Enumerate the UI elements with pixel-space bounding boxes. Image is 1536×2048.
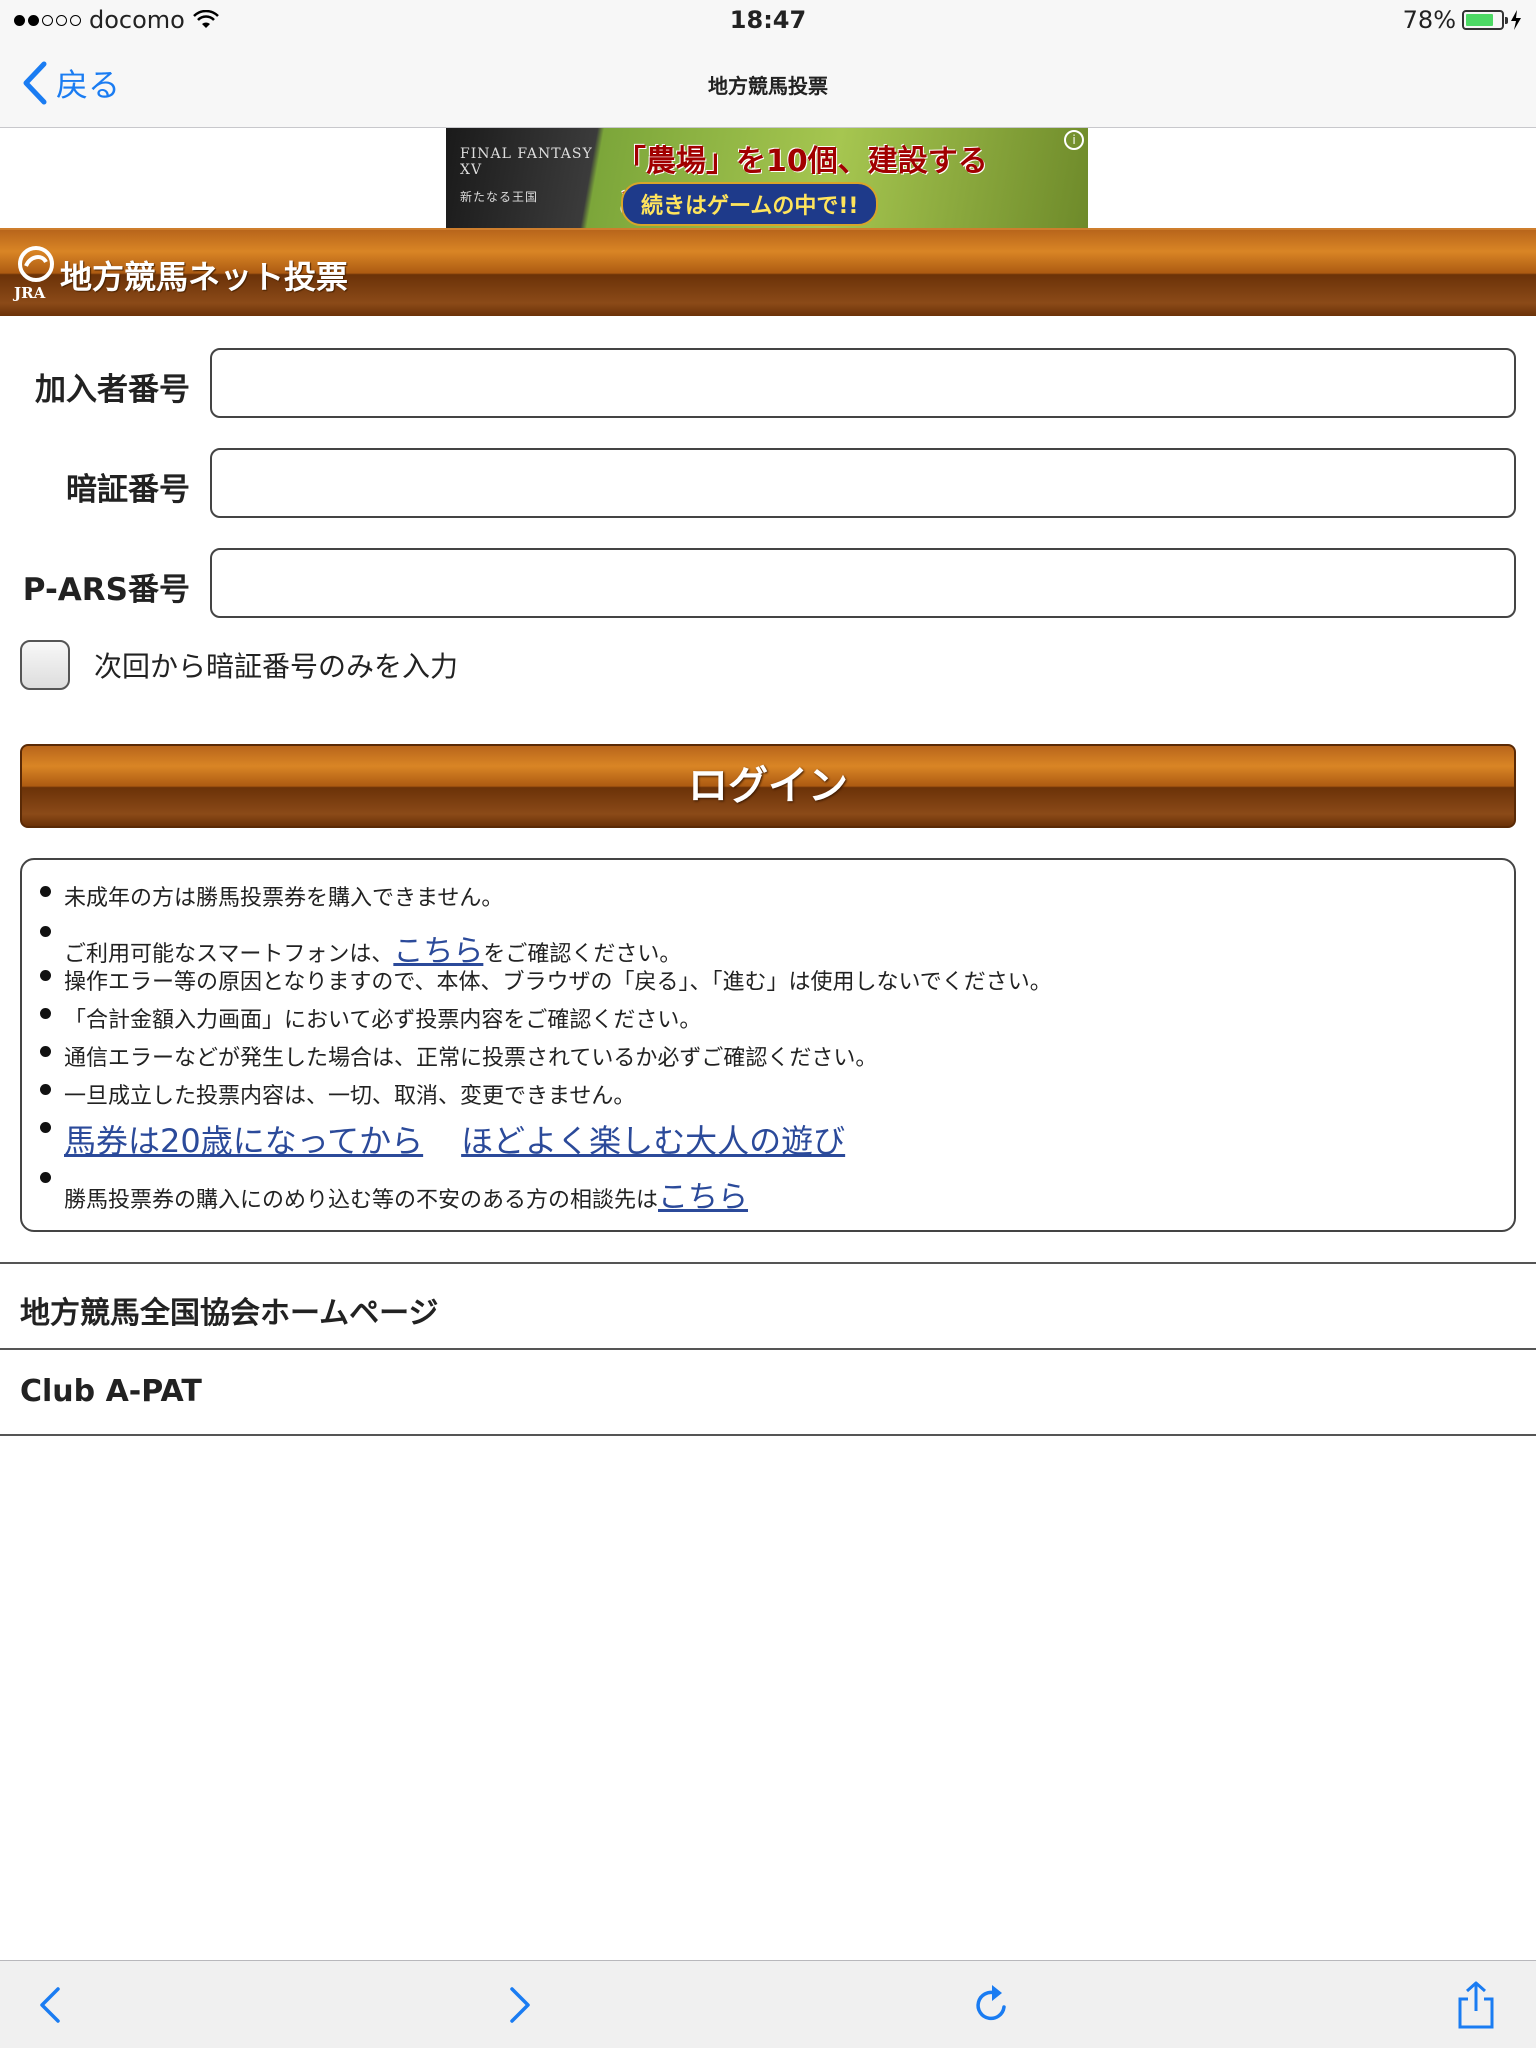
- charging-bolt-icon: [1511, 10, 1521, 30]
- pars-number-label: P-ARS番号: [22, 572, 190, 608]
- chevron-left-icon: [40, 1987, 60, 2023]
- pars-number-input[interactable]: [210, 548, 1516, 618]
- list-divider: [0, 1434, 1536, 1436]
- nar-home-link[interactable]: 地方競馬全国協会ホームページ: [0, 1262, 1536, 1348]
- pin-row: 暗証番号: [0, 448, 1536, 518]
- status-right: 78%: [1403, 6, 1522, 34]
- consultation-link[interactable]: こちら: [658, 1180, 748, 1215]
- chevron-right-icon: [510, 1987, 530, 2023]
- ad-info-icon[interactable]: i: [1064, 130, 1084, 150]
- share-button[interactable]: [1452, 1981, 1500, 2029]
- notice-item: 馬券は20歳になってから ほどよく楽しむ大人の遊び: [40, 1116, 1494, 1166]
- ad-game-title: FINAL FANTASY XV: [460, 146, 593, 178]
- notice-text: 勝馬投票券の購入にのめり込む等の不安のある方の相談先は: [64, 1188, 659, 1213]
- notice-text: 通信エラーなどが発生した場合は、正常に投票されているか必ずご確認ください。: [64, 1046, 878, 1071]
- pars-number-row: P-ARS番号: [0, 548, 1536, 618]
- pin-label: 暗証番号: [66, 472, 190, 508]
- ad-game-logo: FINAL FANTASY XV 新たなる王国: [460, 146, 610, 205]
- reload-icon: [976, 1985, 1006, 2021]
- notice-item: 操作エラー等の原因となりますので、本体、ブラウザの「戻る」、「進む」は使用しない…: [40, 964, 1494, 1002]
- notice-item: 「合計金額入力画面」において必ず投票内容をご確認ください。: [40, 1002, 1494, 1040]
- login-button[interactable]: ログイン: [20, 744, 1516, 828]
- club-apat-link[interactable]: Club A-PAT: [0, 1348, 1536, 1434]
- browser-forward-button[interactable]: [494, 1981, 542, 2029]
- notice-box: 未成年の方は勝馬投票券を購入できません。 ご利用可能なスマートフォンは、こちらを…: [20, 858, 1516, 1232]
- browser-back-button[interactable]: [28, 1981, 76, 2029]
- notice-item: 未成年の方は勝馬投票券を購入できません。: [40, 880, 1494, 920]
- navigation-bar: 戻る 地方競馬投票: [0, 40, 1536, 128]
- share-icon: [1458, 1981, 1494, 2029]
- age-restriction-link[interactable]: 馬券は20歳になってから: [64, 1122, 423, 1160]
- remember-label[interactable]: 次回から暗証番号のみを入力: [94, 645, 458, 685]
- notice-text: 「合計金額入力画面」において必ず投票内容をご確認ください。: [64, 1008, 702, 1033]
- nar-home-label: 地方競馬全国協会ホームページ: [20, 1296, 439, 1331]
- notice-text: 操作エラー等の原因となりますので、本体、ブラウザの「戻る」、「進む」は使用しない…: [64, 970, 1052, 995]
- site-header: JRA 地方競馬ネット投票: [0, 228, 1536, 316]
- ad-banner[interactable]: FINAL FANTASY XV 新たなる王国 「農場」を10個、建設すると…？…: [446, 128, 1088, 228]
- status-bar: docomo 18:47 78%: [0, 0, 1536, 40]
- subscriber-number-input[interactable]: [210, 348, 1516, 418]
- club-apat-label: Club A-PAT: [20, 1374, 202, 1409]
- remember-checkbox[interactable]: [20, 640, 70, 690]
- ad-subline: 続きはゲームの中で!!: [621, 182, 879, 226]
- jra-logo: JRA: [14, 246, 58, 302]
- subscriber-number-row: 加入者番号: [0, 348, 1536, 418]
- reload-button[interactable]: [968, 1981, 1016, 2029]
- remember-row: 次回から暗証番号のみを入力: [20, 640, 458, 690]
- responsible-play-link[interactable]: ほどよく楽しむ大人の遊び: [461, 1122, 845, 1160]
- ad-game-subtitle: 新たなる王国: [460, 190, 539, 204]
- notice-item: 通信エラーなどが発生した場合は、正常に投票されているか必ずご確認ください。: [40, 1040, 1494, 1078]
- site-title: 地方競馬ネット投票: [60, 258, 349, 296]
- notice-text: 未成年の方は勝馬投票券を購入できません。: [64, 886, 504, 911]
- notice-item: 勝馬投票券の購入にのめり込む等の不安のある方の相談先はこちら: [40, 1166, 1494, 1216]
- battery-icon: [1462, 10, 1508, 30]
- subscriber-number-label: 加入者番号: [35, 372, 190, 408]
- jra-logo-text: JRA: [14, 284, 46, 302]
- notice-text: 一旦成立した投票内容は、一切、取消、変更できません。: [64, 1084, 636, 1109]
- battery-percent: 78%: [1402, 6, 1456, 34]
- page-title: 地方競馬投票: [708, 74, 828, 98]
- notice-item: 一旦成立した投票内容は、一切、取消、変更できません。: [40, 1078, 1494, 1116]
- notice-item: ご利用可能なスマートフォンは、こちらをご確認ください。: [40, 920, 1494, 969]
- status-time: 18:47: [729, 6, 807, 34]
- browser-toolbar: [0, 1960, 1536, 2048]
- horse-emblem-icon: [18, 246, 54, 282]
- pin-input[interactable]: [210, 448, 1516, 518]
- notice-list: 未成年の方は勝馬投票券を購入できません。 ご利用可能なスマートフォンは、こちらを…: [40, 880, 1494, 1216]
